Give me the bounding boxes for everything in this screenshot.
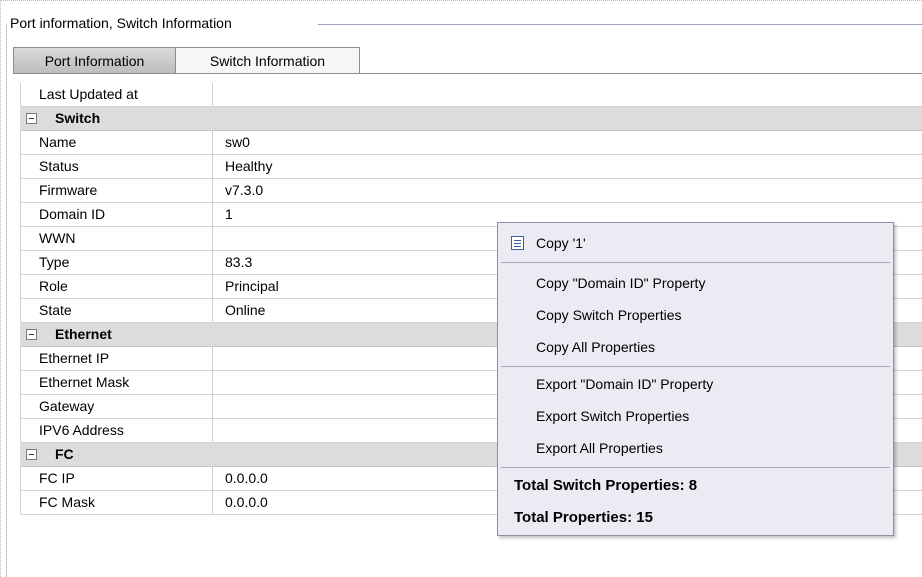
menu-item-label: Copy Switch Properties — [536, 307, 682, 323]
menu-item-copy-value[interactable]: Copy '1' — [498, 227, 893, 259]
menu-item-label: Export "Domain ID" Property — [536, 376, 714, 392]
group-box-title-line — [318, 24, 922, 25]
menu-item-copy-all-properties[interactable]: Copy All Properties — [498, 331, 893, 363]
menu-item-export-property[interactable]: Export "Domain ID" Property — [498, 368, 893, 400]
tab-switch-information[interactable]: Switch Information — [175, 47, 360, 73]
property-name: IPV6 Address — [20, 419, 213, 442]
menu-item-label: Copy '1' — [536, 235, 586, 251]
property-name: Type — [20, 251, 213, 274]
menu-separator — [501, 262, 890, 263]
property-name: Ethernet IP — [20, 347, 213, 370]
collapse-icon[interactable] — [26, 449, 37, 460]
property-value: 83.3 — [225, 254, 253, 270]
property-name: FC Mask — [20, 491, 213, 514]
property-name: WWN — [20, 227, 213, 250]
property-value: sw0 — [225, 134, 250, 150]
section-label: FC — [55, 446, 74, 462]
section-switch: Switch — [20, 107, 922, 131]
property-name: Status — [20, 155, 213, 178]
menu-separator — [501, 467, 890, 468]
property-value: 0.0.0.0 — [225, 470, 268, 486]
tab-port-information[interactable]: Port Information — [13, 47, 176, 73]
property-name: State — [20, 299, 213, 322]
property-name: Ethernet Mask — [20, 371, 213, 394]
copy-icon — [511, 236, 524, 250]
dotted-left-border — [0, 0, 1, 577]
collapse-icon[interactable] — [26, 329, 37, 340]
section-label: Ethernet — [55, 326, 112, 342]
menu-item-export-switch-properties[interactable]: Export Switch Properties — [498, 400, 893, 432]
property-value: Online — [225, 302, 266, 318]
property-row-last-updated[interactable]: Last Updated at — [20, 83, 922, 107]
property-value: 0.0.0.0 — [225, 494, 268, 510]
dotted-top-border — [0, 0, 922, 1]
property-name: Name — [20, 131, 213, 154]
property-value: v7.3.0 — [225, 182, 264, 198]
property-row-status[interactable]: Status Healthy — [20, 155, 922, 179]
menu-item-label: Export All Properties — [536, 440, 663, 456]
menu-item-copy-switch-properties[interactable]: Copy Switch Properties — [498, 299, 893, 331]
property-row-name[interactable]: Name sw0 — [20, 131, 922, 155]
property-value: 1 — [225, 206, 233, 222]
menu-item-export-all-properties[interactable]: Export All Properties — [498, 432, 893, 464]
menu-total-properties: Total Properties: 15 — [498, 502, 893, 534]
menu-item-label: Copy "Domain ID" Property — [536, 275, 706, 291]
property-name: Firmware — [20, 179, 213, 202]
menu-item-label: Export Switch Properties — [536, 408, 690, 424]
property-name: Gateway — [20, 395, 213, 418]
property-name: Last Updated at — [20, 83, 213, 106]
menu-total-switch-properties: Total Switch Properties: 8 — [498, 470, 893, 502]
property-value: Principal — [225, 278, 279, 294]
menu-item-copy-property[interactable]: Copy "Domain ID" Property — [498, 267, 893, 299]
property-name: FC IP — [20, 467, 213, 490]
menu-item-label: Total Properties: 15 — [514, 509, 653, 526]
tab-underline — [13, 73, 922, 74]
property-row-firmware[interactable]: Firmware v7.3.0 — [20, 179, 922, 203]
context-menu: Copy '1' Copy "Domain ID" Property Copy … — [497, 222, 894, 536]
menu-item-label: Total Switch Properties: 8 — [514, 477, 698, 494]
property-value: Healthy — [225, 158, 273, 174]
group-box-left-edge — [6, 24, 7, 577]
property-name: Domain ID — [20, 203, 213, 226]
group-box-title: Port information, Switch Information — [10, 13, 238, 33]
section-label: Switch — [55, 110, 101, 126]
collapse-icon[interactable] — [26, 113, 37, 124]
menu-item-label: Copy All Properties — [536, 339, 656, 355]
menu-separator — [501, 366, 890, 367]
property-name: Role — [20, 275, 213, 298]
